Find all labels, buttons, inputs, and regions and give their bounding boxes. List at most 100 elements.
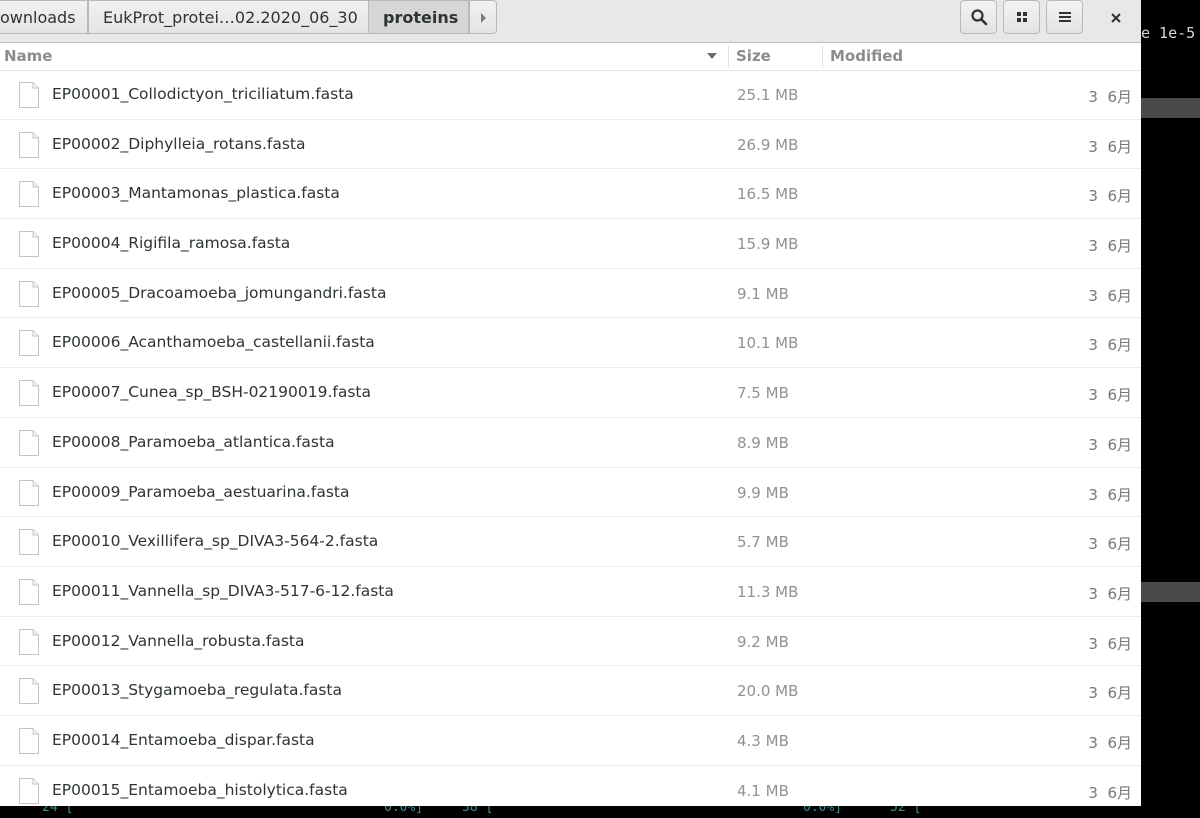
file-size: 11.3 MB xyxy=(737,582,799,601)
text-file-icon xyxy=(19,777,39,804)
search-icon xyxy=(970,9,987,26)
file-name: EP00008_Paramoeba_atlantica.fasta xyxy=(52,432,335,451)
column-header: Name Size Modified xyxy=(0,43,1141,71)
file-row[interactable]: EP00014_Entamoeba_dispar.fasta 4.3 MB 3 6月 xyxy=(0,716,1141,766)
hamburger-menu-icon xyxy=(1058,12,1071,22)
sort-descending-icon[interactable] xyxy=(707,53,717,59)
file-row[interactable]: EP00004_Rigifila_ramosa.fasta 15.9 MB 3 6月 xyxy=(0,219,1141,269)
grid-view-icon xyxy=(1016,12,1027,22)
file-modified: 3 6月 xyxy=(1088,535,1132,554)
file-modified: 3 6月 xyxy=(1088,485,1132,504)
file-size: 10.1 MB xyxy=(737,334,799,353)
breadcrumb-eukprot[interactable]: EukProt_protei…02.2020_06_30 xyxy=(88,0,369,34)
file-size: 4.3 MB xyxy=(737,731,789,750)
text-file-icon xyxy=(19,82,39,108)
column-divider[interactable] xyxy=(822,46,823,67)
breadcrumb-downloads[interactable]: ownloads xyxy=(0,0,88,34)
breadcrumb-proteins[interactable]: proteins xyxy=(368,0,469,34)
file-modified: 3 6月 xyxy=(1088,684,1132,703)
file-name: EP00006_Acanthamoeba_castellanii.fasta xyxy=(52,333,375,352)
file-modified: 3 6月 xyxy=(1088,187,1132,206)
column-name-header[interactable]: Name xyxy=(4,43,52,70)
terminal-selection-bar xyxy=(1141,98,1200,118)
breadcrumb-label: proteins xyxy=(383,8,459,27)
chevron-right-icon xyxy=(481,13,486,23)
file-row[interactable]: EP00010_Vexillifera_sp_DIVA3-564-2.fasta… xyxy=(0,517,1141,567)
file-name: EP00007_Cunea_sp_BSH-02190019.fasta xyxy=(52,383,371,402)
file-modified: 3 6月 xyxy=(1088,783,1132,802)
file-size: 16.5 MB xyxy=(737,185,799,204)
file-name: EP00003_Mantamonas_plastica.fasta xyxy=(52,184,340,203)
file-size: 8.9 MB xyxy=(737,433,789,452)
file-name: EP00004_Rigifila_ramosa.fasta xyxy=(52,234,291,253)
file-name: EP00002_Diphylleia_rotans.fasta xyxy=(52,134,306,153)
close-icon xyxy=(1111,13,1121,23)
file-modified: 3 6月 xyxy=(1088,88,1132,106)
column-size-header[interactable]: Size xyxy=(736,43,771,70)
text-file-icon xyxy=(19,280,39,307)
file-row[interactable]: EP00001_Collodictyon_triciliatum.fasta 25… xyxy=(0,70,1141,120)
file-size: 4.1 MB xyxy=(737,781,789,800)
file-row[interactable]: EP00015_Entamoeba_histolytica.fasta 4.1 M… xyxy=(0,766,1141,806)
text-file-icon xyxy=(19,131,39,158)
file-name: EP00013_Stygamoeba_regulata.fasta xyxy=(52,681,342,700)
file-row[interactable]: EP00002_Diphylleia_rotans.fasta 26.9 MB 3 … xyxy=(0,120,1141,170)
file-modified: 3 6月 xyxy=(1088,137,1132,156)
text-file-icon xyxy=(19,181,39,208)
file-size: 9.9 MB xyxy=(737,483,789,502)
file-modified: 3 6月 xyxy=(1088,286,1132,305)
file-modified: 3 6月 xyxy=(1088,584,1132,603)
header-bar: ownloads EukProt_protei…02.2020_06_30 pr… xyxy=(0,0,1141,43)
file-row[interactable]: EP00007_Cunea_sp_BSH-02190019.fasta 7.5 M… xyxy=(0,368,1141,418)
file-modified: 3 6月 xyxy=(1088,386,1132,405)
file-row[interactable]: EP00003_Mantamonas_plastica.fasta 16.5 MB… xyxy=(0,169,1141,220)
text-file-icon xyxy=(19,330,39,357)
file-row[interactable]: EP00012_Vannella_robusta.fasta 9.2 MB 3 6月 xyxy=(0,617,1141,667)
column-divider[interactable] xyxy=(728,46,729,67)
file-row[interactable]: EP00011_Vannella_sp_DIVA3-517-6-12.fasta… xyxy=(0,567,1141,617)
file-modified: 3 6月 xyxy=(1088,237,1132,256)
file-size: 5.7 MB xyxy=(737,533,789,552)
file-name: EP00010_Vexillifera_sp_DIVA3-564-2.fasta xyxy=(52,532,379,551)
breadcrumb-label: EukProt_protei…02.2020_06_30 xyxy=(103,8,358,27)
menu-button[interactable] xyxy=(1046,0,1083,34)
search-button[interactable] xyxy=(960,0,997,34)
file-size: 15.9 MB xyxy=(737,235,799,254)
text-file-icon xyxy=(19,429,39,456)
file-size: 7.5 MB xyxy=(737,384,789,403)
file-modified: 3 6月 xyxy=(1088,336,1132,355)
file-modified: 3 6月 xyxy=(1088,634,1132,653)
file-modified: 3 6月 xyxy=(1088,435,1132,454)
file-name: EP00012_Vannella_robusta.fasta xyxy=(52,631,305,650)
file-manager-window: ownloads EukProt_protei…02.2020_06_30 pr… xyxy=(0,0,1141,806)
file-row[interactable]: EP00008_Paramoeba_atlantica.fasta 8.9 MB 3… xyxy=(0,418,1141,468)
text-file-icon xyxy=(19,578,39,605)
file-size: 9.2 MB xyxy=(737,632,789,651)
column-modified-header[interactable]: Modified xyxy=(830,43,903,70)
terminal-text: e 1e-5 xyxy=(1141,24,1196,42)
file-size: 26.9 MB xyxy=(737,135,799,154)
file-size: 9.1 MB xyxy=(737,284,789,303)
file-size: 25.1 MB xyxy=(737,86,799,104)
file-name: EP00005_Dracoamoeba_jomungandri.fasta xyxy=(52,283,387,302)
close-button[interactable] xyxy=(1098,4,1134,32)
text-file-icon xyxy=(19,380,39,407)
text-file-icon xyxy=(19,529,39,556)
file-name: EP00015_Entamoeba_histolytica.fasta xyxy=(52,780,348,799)
file-name: EP00001_Collodictyon_triciliatum.fasta xyxy=(52,85,354,103)
text-file-icon xyxy=(19,231,39,258)
file-row[interactable]: EP00009_Paramoeba_aestuarina.fasta 9.9 MB… xyxy=(0,468,1141,518)
breadcrumb-forward-button[interactable] xyxy=(469,0,497,34)
file-row[interactable]: EP00006_Acanthamoeba_castellanii.fasta 10… xyxy=(0,318,1141,369)
view-mode-button[interactable] xyxy=(1003,0,1040,34)
file-size: 20.0 MB xyxy=(737,682,799,701)
file-name: EP00014_Entamoeba_dispar.fasta xyxy=(52,730,315,749)
file-list: EP00001_Collodictyon_triciliatum.fasta 25… xyxy=(0,70,1141,806)
breadcrumb-label: ownloads xyxy=(0,8,76,27)
file-row[interactable]: EP00005_Dracoamoeba_jomungandri.fasta 9.1… xyxy=(0,269,1141,319)
text-file-icon xyxy=(19,678,39,705)
terminal-selection-bar xyxy=(1141,582,1200,602)
file-row[interactable]: EP00013_Stygamoeba_regulata.fasta 20.0 MB… xyxy=(0,666,1141,716)
text-file-icon xyxy=(19,628,39,655)
text-file-icon xyxy=(19,727,39,754)
